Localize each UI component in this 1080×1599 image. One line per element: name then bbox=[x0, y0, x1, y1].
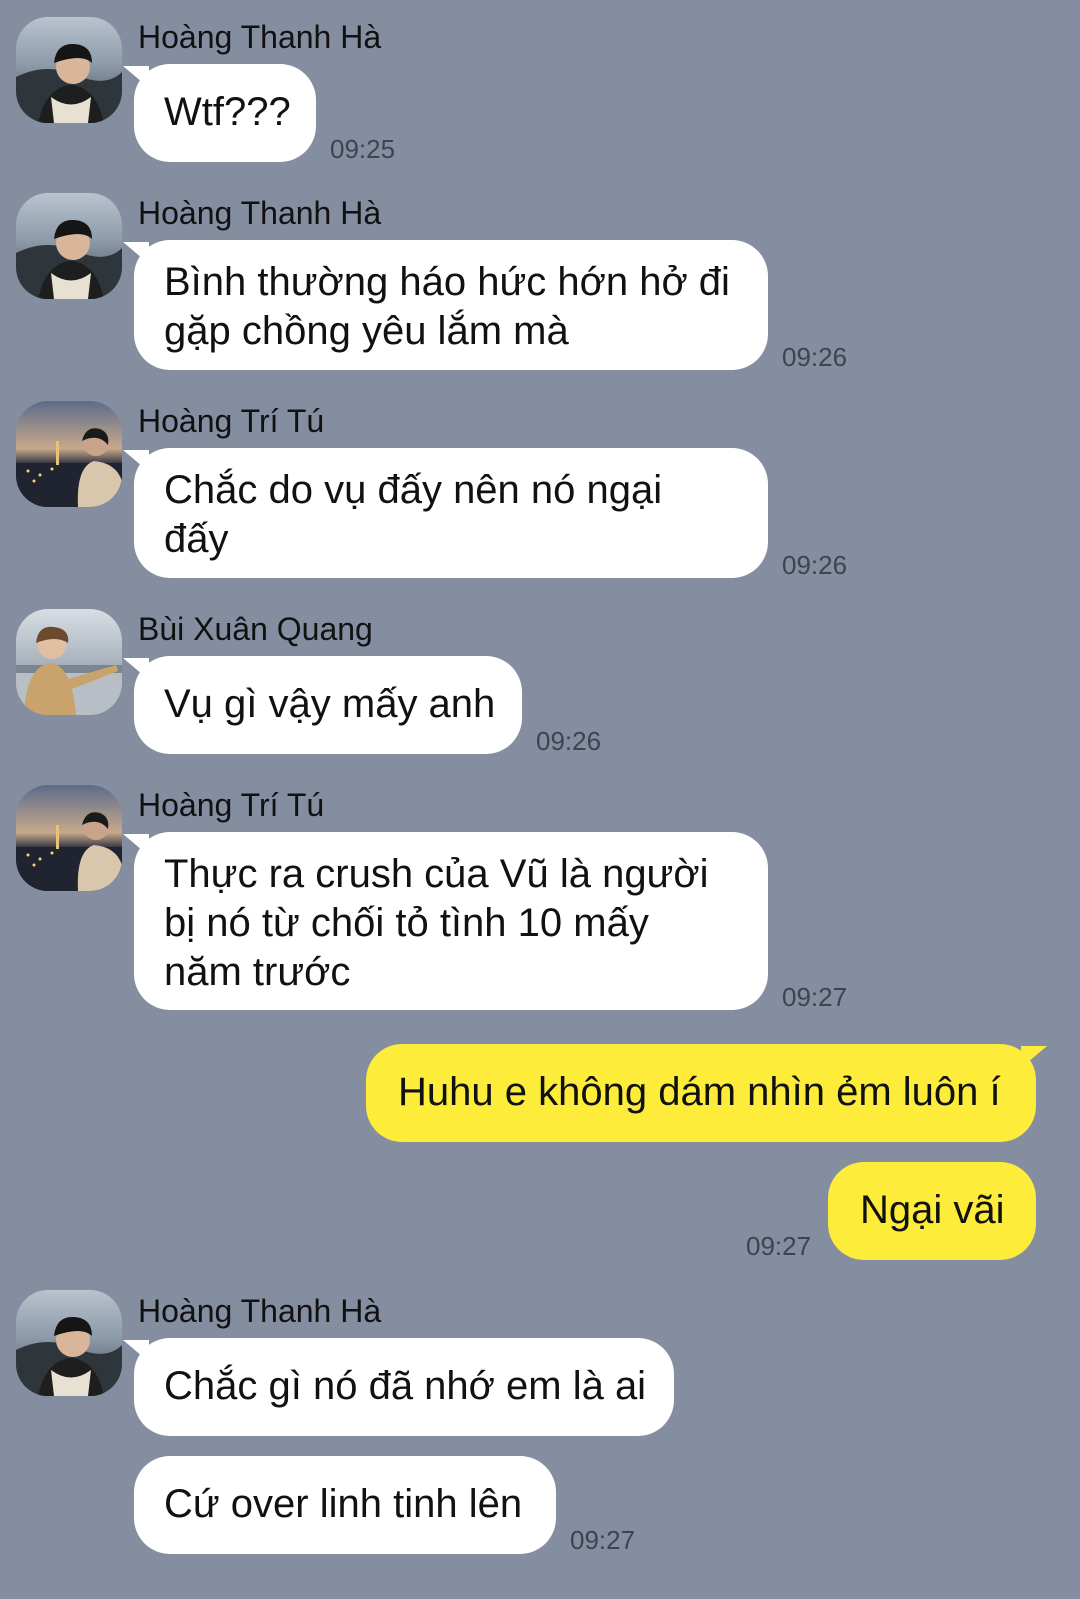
avatar-bui-xuan-quang[interactable] bbox=[16, 609, 122, 715]
sender-name: Hoàng Trí Tú bbox=[138, 403, 325, 439]
outgoing-message-bubble[interactable]: Ngại vãi bbox=[828, 1162, 1036, 1260]
avatar-hoang-thanh-ha[interactable] bbox=[16, 17, 122, 123]
message-text-line: gặp chồng yêu lắm mà bbox=[164, 309, 569, 353]
message-time: 09:26 bbox=[536, 726, 602, 756]
profile-photo-icon bbox=[16, 193, 122, 299]
profile-photo-icon bbox=[16, 401, 122, 507]
message-text-line: Bình thường háo hức hớn hở đi bbox=[164, 260, 730, 304]
message-time: 09:27 bbox=[782, 982, 848, 1012]
message-text: Cứ over linh tinh lên bbox=[164, 1482, 523, 1526]
profile-photo-icon bbox=[16, 785, 122, 891]
sender-name: Hoàng Thanh Hà bbox=[138, 19, 382, 55]
message-time: 09:25 bbox=[330, 134, 396, 164]
message-bubble[interactable]: Cứ over linh tinh lên bbox=[134, 1456, 556, 1554]
message-text: Ngại vãi bbox=[860, 1188, 1005, 1232]
message-time: 09:27 bbox=[570, 1525, 636, 1555]
message-text: Vụ gì vậy mấy anh bbox=[164, 682, 496, 726]
message-bubble[interactable]: Vụ gì vậy mấy anh bbox=[123, 656, 522, 754]
message-text-line: bị nó từ chối tỏ tình 10 mấy bbox=[164, 901, 649, 945]
message-bubble[interactable]: Bình thường háo hức hớn hở đi gặp chồng … bbox=[123, 240, 768, 370]
message-time: 09:26 bbox=[782, 550, 848, 580]
message-bubble[interactable]: Chắc do vụ đấy nên nó ngại đấy bbox=[123, 448, 768, 578]
message-bubble[interactable]: Thực ra crush của Vũ là người bị nó từ c… bbox=[123, 832, 768, 1010]
sender-name: Bùi Xuân Quang bbox=[138, 611, 373, 647]
message-text: Chắc gì nó đã nhớ em là ai bbox=[164, 1364, 647, 1408]
avatar-hoang-thanh-ha[interactable] bbox=[16, 193, 122, 299]
profile-photo-icon bbox=[16, 1290, 122, 1396]
outgoing-message-bubble[interactable]: Huhu e không dám nhìn ẻm luôn í bbox=[366, 1044, 1047, 1142]
message-text: Huhu e không dám nhìn ẻm luôn í bbox=[398, 1070, 1001, 1114]
avatar-hoang-tri-tu[interactable] bbox=[16, 401, 122, 507]
message-bubble[interactable]: Wtf??? bbox=[123, 64, 316, 162]
avatar-hoang-tri-tu[interactable] bbox=[16, 785, 122, 891]
message-text-line: Thực ra crush của Vũ là người bbox=[164, 852, 709, 896]
sender-name: Hoàng Thanh Hà bbox=[138, 195, 382, 231]
message-text-line: năm trước bbox=[164, 950, 351, 994]
profile-photo-icon bbox=[16, 609, 122, 715]
message-text: Wtf??? bbox=[164, 90, 291, 134]
message-bubble[interactable]: Chắc gì nó đã nhớ em là ai bbox=[123, 1338, 674, 1436]
message-time: 09:27 bbox=[746, 1231, 812, 1261]
message-text-line: đấy bbox=[164, 517, 229, 561]
sender-name: Hoàng Trí Tú bbox=[138, 787, 325, 823]
message-time: 09:26 bbox=[782, 342, 848, 372]
profile-photo-icon bbox=[16, 17, 122, 123]
avatar-hoang-thanh-ha[interactable] bbox=[16, 1290, 122, 1396]
sender-name: Hoàng Thanh Hà bbox=[138, 1293, 382, 1329]
message-text-line: Chắc do vụ đấy nên nó ngại bbox=[164, 468, 663, 512]
